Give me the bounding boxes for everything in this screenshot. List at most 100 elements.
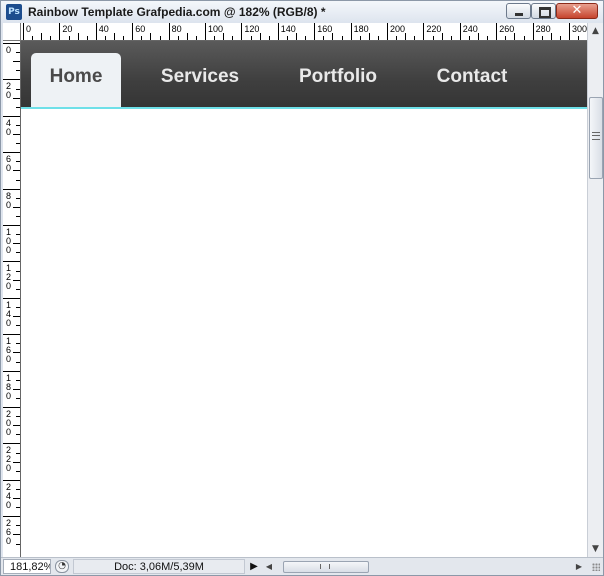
ruler-tick [3, 407, 20, 408]
horizontal-scroll-thumb[interactable] [283, 561, 369, 573]
ruler-label: 0 [6, 126, 12, 137]
ruler-minor-tick [16, 306, 20, 308]
ruler-minor-tick [232, 36, 234, 40]
ruler-label: 200 [390, 24, 406, 34]
ruler-minor-tick [368, 33, 370, 40]
ruler-minor-tick [41, 33, 43, 40]
ruler-minor-tick [16, 234, 20, 236]
nav-item-contact[interactable]: Contact [417, 53, 527, 107]
ruler-minor-tick [141, 36, 143, 40]
ruler-minor-tick [550, 33, 552, 40]
zoom-field[interactable]: 181,82% [3, 559, 51, 574]
minimize-button[interactable] [506, 3, 531, 19]
ruler-tick [3, 115, 20, 117]
ruler-minor-tick [13, 388, 20, 390]
ruler-minor-tick [16, 507, 20, 509]
title-bar[interactable]: Ps Rainbow Template Grafpedia.com @ 182%… [1, 1, 603, 23]
scroll-up-arrow-icon[interactable]: ▲ [588, 23, 603, 39]
ruler-label: 280 [535, 24, 551, 34]
ruler-tick [59, 23, 61, 40]
ruler-minor-tick [478, 33, 479, 40]
ruler-tick [350, 23, 352, 40]
scroll-right-arrow-icon[interactable]: ▶ [573, 559, 585, 574]
ruler-label: 0 [6, 317, 12, 328]
ruler-minor-tick [450, 36, 452, 40]
ruler-minor-tick [305, 36, 307, 40]
nav-item-home[interactable]: Home [31, 53, 121, 107]
minimize-icon [507, 4, 530, 18]
ruler-tick [387, 23, 388, 40]
ruler-minor-tick [16, 525, 20, 527]
ruler-minor-tick [195, 36, 197, 40]
resize-grip-icon[interactable] [589, 560, 601, 572]
ruler-minor-tick [86, 36, 88, 40]
ruler-minor-tick [16, 325, 20, 327]
ruler-tick [168, 23, 170, 40]
ruler-label: 0 [6, 536, 12, 547]
scroll-down-arrow-icon[interactable]: ▼ [588, 541, 603, 557]
ruler-tick [3, 43, 20, 44]
document-canvas[interactable]: Home Services Portfolio Contact [21, 41, 587, 557]
ruler-minor-tick [104, 36, 106, 40]
ruler-minor-tick [16, 470, 20, 472]
nav-item-portfolio[interactable]: Portfolio [279, 53, 397, 107]
ruler-minor-tick [514, 33, 516, 40]
ruler-label: 0 [6, 499, 12, 510]
ruler-label: 0 [6, 199, 12, 210]
scroll-left-arrow-icon[interactable]: ◀ [263, 559, 275, 574]
ruler-label: 0 [6, 281, 12, 292]
ruler-minor-tick [414, 36, 416, 40]
horizontal-scrollbar[interactable]: ◀ ▶ [263, 559, 585, 574]
ruler-minor-tick [77, 33, 79, 40]
vertical-scrollbar[interactable]: ▲ ▼ [587, 23, 603, 557]
ruler-tick [532, 23, 534, 40]
ruler-label: 0 [6, 90, 12, 101]
ruler-label: 0 [6, 354, 12, 365]
ruler-tick [3, 225, 20, 226]
ruler-minor-tick [578, 36, 580, 40]
ruler-tick [314, 23, 316, 40]
ruler-tick [3, 297, 20, 299]
ruler-minor-tick [432, 36, 434, 40]
ruler-tick [205, 23, 206, 40]
ruler-label: 180 [353, 24, 369, 34]
ruler-tick [496, 23, 498, 40]
ruler-minor-tick [16, 252, 20, 254]
vertical-scroll-thumb[interactable] [589, 97, 603, 179]
ruler-minor-tick [13, 206, 20, 208]
status-menu-arrow-icon[interactable]: ▶ [247, 559, 261, 574]
ruler-minor-tick [13, 97, 20, 99]
ruler-minor-tick [250, 36, 252, 40]
ruler-minor-tick [268, 36, 270, 40]
ruler-minor-tick [259, 33, 261, 40]
ruler-minor-tick [16, 452, 20, 454]
ruler-tick [3, 334, 20, 336]
ruler-tick [95, 23, 97, 40]
ruler-tick [3, 188, 20, 190]
ruler-minor-tick [13, 316, 20, 317]
ruler-origin[interactable] [3, 23, 21, 41]
close-button[interactable]: ✕ [556, 3, 598, 19]
document-window: Ps Rainbow Template Grafpedia.com @ 182%… [0, 0, 604, 576]
ruler-label: 0 [6, 245, 12, 255]
horizontal-ruler[interactable]: 0 20 40 60 80 100 120 140 160 180 200 220 240 260 280 3… [21, 23, 587, 41]
ruler-minor-tick [13, 243, 20, 245]
ruler-minor-tick [16, 161, 20, 163]
ruler-minor-tick [16, 52, 20, 54]
doc-size-info[interactable]: Doc: 3,06M/5,39M [73, 559, 245, 574]
ruler-minor-tick [159, 36, 161, 40]
photoshop-icon: Ps [6, 4, 22, 20]
ruler-minor-tick [186, 33, 188, 40]
ruler-minor-tick [13, 134, 20, 135]
maximize-button[interactable] [531, 3, 556, 19]
ruler-tick [423, 23, 425, 40]
ruler-minor-tick [405, 33, 407, 40]
zoom-icon[interactable]: ◔ [55, 560, 69, 573]
vertical-ruler[interactable]: 020406080100120140160180200220240260 [3, 41, 21, 557]
ruler-label: 160 [317, 24, 333, 34]
ruler-tick [3, 152, 20, 154]
ruler-minor-tick [16, 488, 20, 490]
nav-item-services[interactable]: Services [143, 53, 257, 107]
ruler-label: 40 [98, 24, 109, 34]
ruler-tick [459, 23, 461, 40]
